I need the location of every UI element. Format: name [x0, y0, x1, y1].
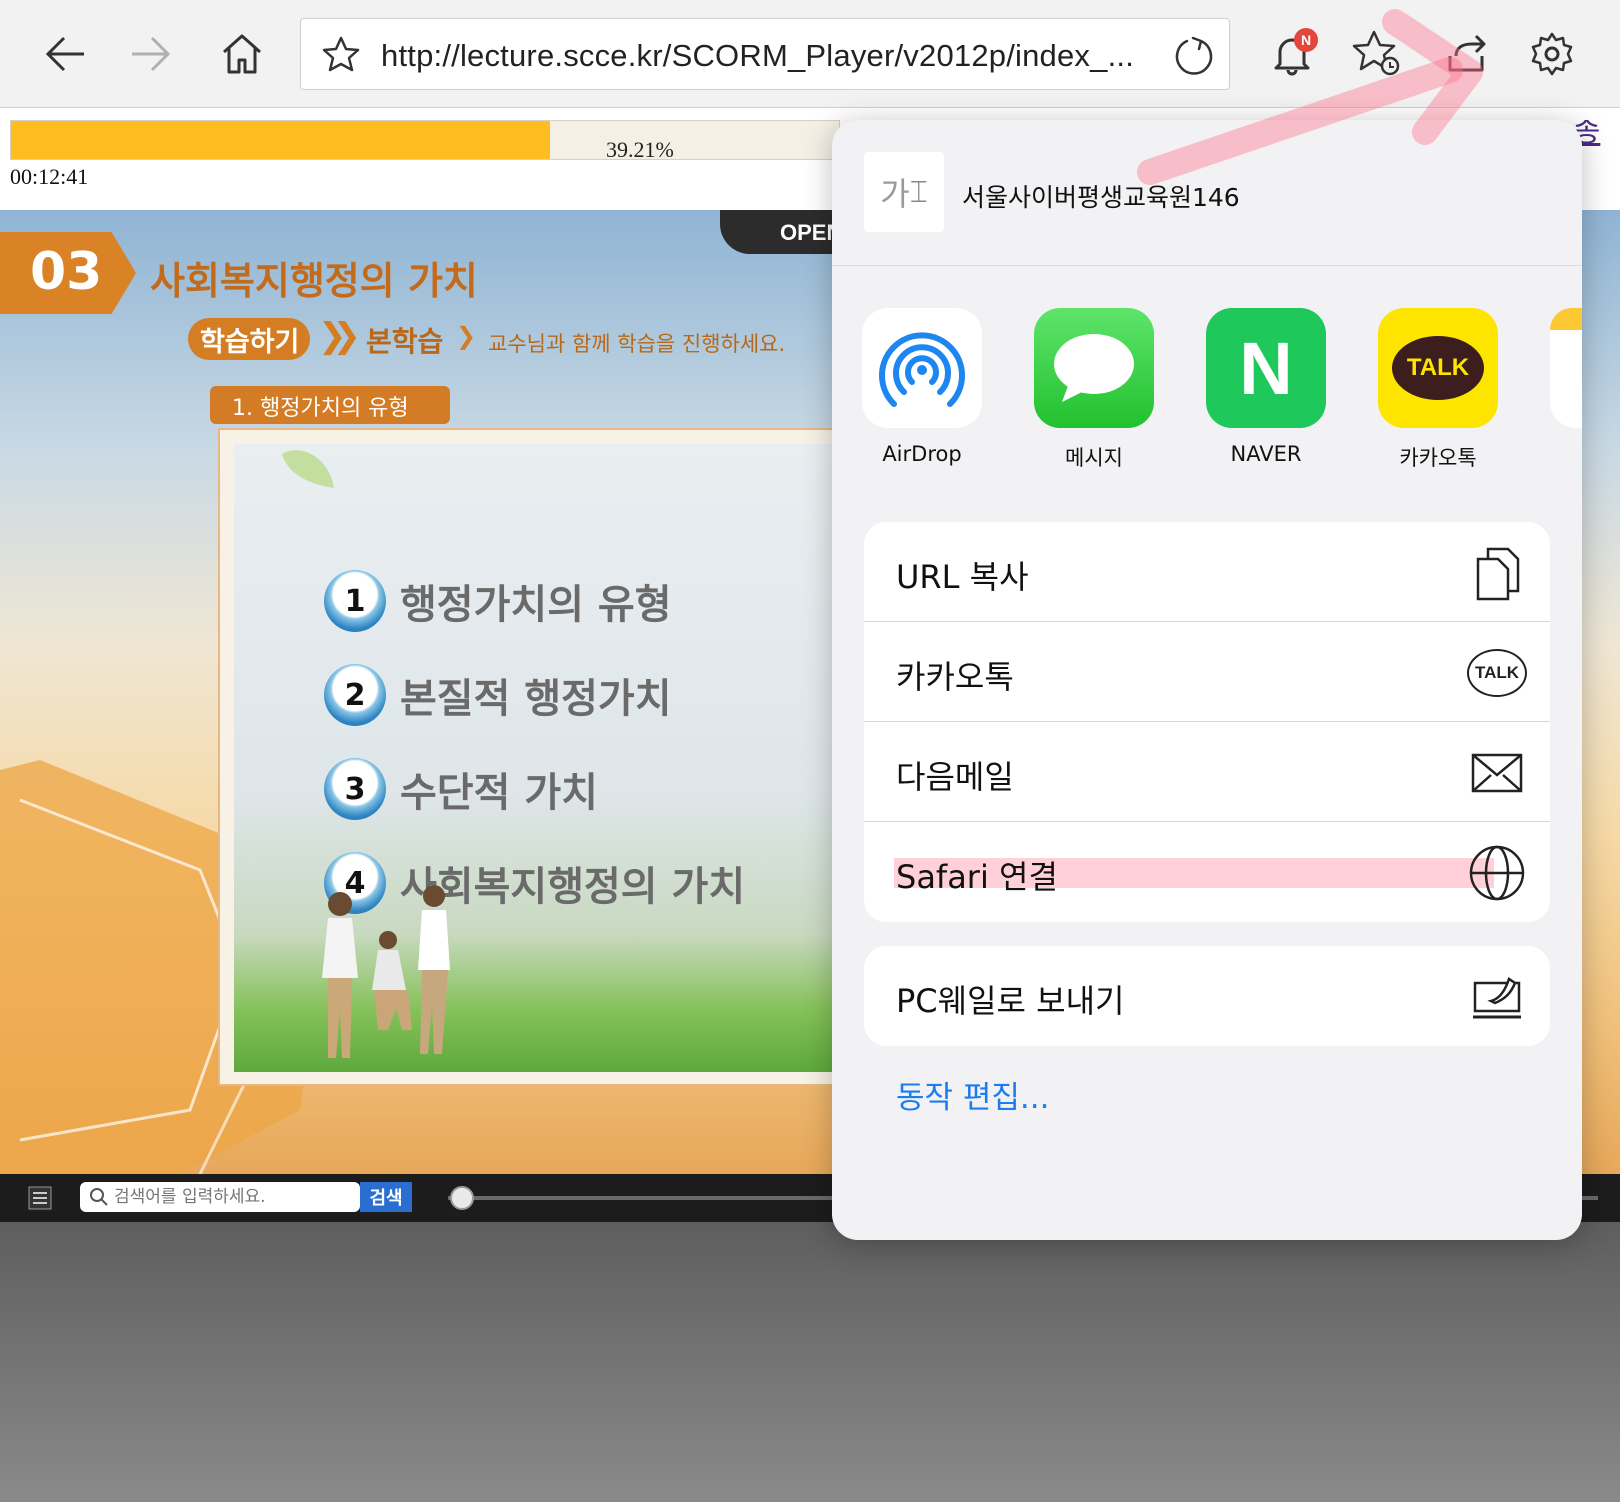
leaf-decoration — [282, 450, 334, 488]
action-label: 카카오톡 — [896, 658, 1014, 696]
messages-target[interactable]: 메시지 — [1034, 308, 1154, 472]
home-button[interactable] — [212, 24, 272, 84]
gear-icon — [1531, 32, 1573, 76]
message-bubble-icon — [1034, 308, 1154, 428]
search-button[interactable]: 검색 — [360, 1182, 412, 1212]
topic-number: 1 — [324, 570, 386, 632]
kakaotalk-target[interactable]: TALK 카카오톡 — [1378, 308, 1498, 472]
kakaotalk-action[interactable]: 카카오톡 TALK — [864, 622, 1550, 722]
topic-number: 3 — [324, 758, 386, 820]
action-label: PC웨일로 보내기 — [896, 982, 1125, 1020]
notes-target[interactable] — [1550, 308, 1582, 428]
app-label: NAVER — [1230, 442, 1302, 466]
favorites-button[interactable] — [1348, 24, 1408, 84]
talk-bubble-text: TALK — [1474, 663, 1520, 682]
step-label: 학습하기 — [188, 318, 310, 360]
notes-icon — [1550, 308, 1582, 428]
topic-item[interactable]: 2 본질적 행정가치 — [324, 664, 672, 726]
app-label: 메시지 — [1065, 446, 1123, 470]
url-text[interactable]: http://lecture.scce.kr/SCORM_Player/v201… — [381, 38, 1134, 74]
share-sheet-header: 가 ⌶ 서울사이버평생교육원146 — [832, 120, 1582, 266]
family-illustration — [322, 885, 450, 1058]
talk-bubble-icon: TALK — [1466, 642, 1528, 704]
bookmark-star-icon[interactable] — [321, 35, 361, 75]
reload-icon[interactable] — [1171, 33, 1215, 77]
naver-icon: N — [1206, 308, 1326, 428]
progress-fill — [11, 121, 550, 159]
forward-arrow-icon — [132, 36, 171, 72]
forward-button[interactable] — [120, 24, 180, 84]
seek-knob[interactable] — [450, 1186, 474, 1210]
notification-badge: N — [1294, 28, 1318, 52]
list-menu-icon[interactable] — [28, 1186, 52, 1210]
star-clock-icon — [1352, 30, 1400, 76]
airdrop-icon — [862, 308, 982, 428]
open-tab[interactable]: OPEN — [720, 210, 842, 254]
settings-button[interactable] — [1522, 24, 1582, 84]
slide-content: 1 행정가치의 유형 2 본질적 행정가치 3 수단적 가치 4 사회복지행정의… — [234, 444, 874, 1072]
edit-actions-link[interactable]: 동작 편집... — [896, 1072, 1050, 1117]
step-description: 교수님과 함께 학습을 진행하세요. — [488, 332, 786, 356]
share-sheet: 가 ⌶ 서울사이버평생교육원146 AirDrop 메시지 N NAVER TA… — [832, 120, 1582, 1240]
slide-frame: 1 행정가치의 유형 2 본질적 행정가치 3 수단적 가치 4 사회복지행정의… — [218, 428, 878, 1086]
naver-target[interactable]: N NAVER — [1206, 308, 1326, 466]
talk-bubble-text: TALK — [1406, 354, 1470, 381]
send-to-pc-icon — [1466, 966, 1528, 1028]
topic-text: 본질적 행정가치 — [400, 676, 672, 722]
page-thumbnail: 가 ⌶ — [864, 152, 944, 232]
open-in-safari-action[interactable]: Safari 연결 — [864, 822, 1550, 922]
browser-toolbar: http://lecture.scce.kr/SCORM_Player/v201… — [0, 0, 1620, 108]
section-number: 03 — [0, 232, 136, 314]
address-bar[interactable]: http://lecture.scce.kr/SCORM_Player/v201… — [300, 18, 1230, 90]
topic-pill: 1. 행정가치의 유형 — [210, 386, 450, 424]
text-cursor-icon: ⌶ — [909, 174, 928, 210]
notifications-button[interactable]: N — [1262, 24, 1322, 84]
progress-bar: 39.21% — [10, 120, 840, 162]
topic-item[interactable]: 3 수단적 가치 — [324, 758, 598, 820]
share-sheet-title: 서울사이버평생교육원146 — [962, 183, 1240, 212]
action-label: Safari 연결 — [896, 858, 1058, 896]
back-button[interactable] — [36, 24, 96, 84]
daum-mail-action[interactable]: 다음메일 — [864, 722, 1550, 822]
back-arrow-icon — [45, 36, 84, 72]
airdrop-target[interactable]: AirDrop — [862, 308, 982, 466]
elapsed-time: 00:12:41 — [10, 164, 89, 189]
search-icon — [90, 1188, 108, 1206]
send-to-pc-whale-action[interactable]: PC웨일로 보내기 — [864, 946, 1550, 1046]
naver-icon-letter: N — [1239, 326, 1293, 410]
empty-area — [0, 1222, 1620, 1502]
section-title: 사회복지행정의 가치 — [150, 259, 478, 303]
secondary-action-list: PC웨일로 보내기 — [864, 946, 1550, 1046]
search-input[interactable] — [114, 1186, 354, 1208]
step-chevron-icon: ❯❯ — [318, 316, 361, 356]
share-button[interactable] — [1436, 24, 1496, 84]
mail-icon — [1466, 742, 1528, 804]
topic-item[interactable]: 1 행정가치의 유형 — [324, 570, 672, 632]
action-label: 다음메일 — [896, 758, 1014, 796]
kakaotalk-icon: TALK — [1378, 308, 1498, 428]
copy-url-action[interactable]: URL 복사 — [864, 522, 1550, 622]
topic-text: 행정가치의 유형 — [400, 582, 672, 628]
topic-text: 수단적 가치 — [400, 770, 598, 816]
globe-icon — [1466, 842, 1528, 904]
thumbnail-text: 가 — [880, 175, 910, 213]
app-label: AirDrop — [882, 442, 962, 466]
topic-number: 2 — [324, 664, 386, 726]
home-icon — [223, 34, 261, 74]
action-list: URL 복사 카카오톡 TALK 다음메일 Safari 연결 — [864, 522, 1550, 922]
share-icon — [1448, 34, 1486, 72]
action-label: URL 복사 — [896, 558, 1029, 596]
progress-percent: 39.21% — [606, 137, 674, 162]
app-label: 카카오톡 — [1399, 446, 1477, 470]
talk-bubble-icon: TALK — [1392, 336, 1484, 400]
copy-icon — [1466, 542, 1528, 604]
step-main: 본학습 — [366, 325, 444, 358]
step-arrow-icon: ❯ — [456, 322, 477, 350]
search-box — [80, 1182, 360, 1212]
